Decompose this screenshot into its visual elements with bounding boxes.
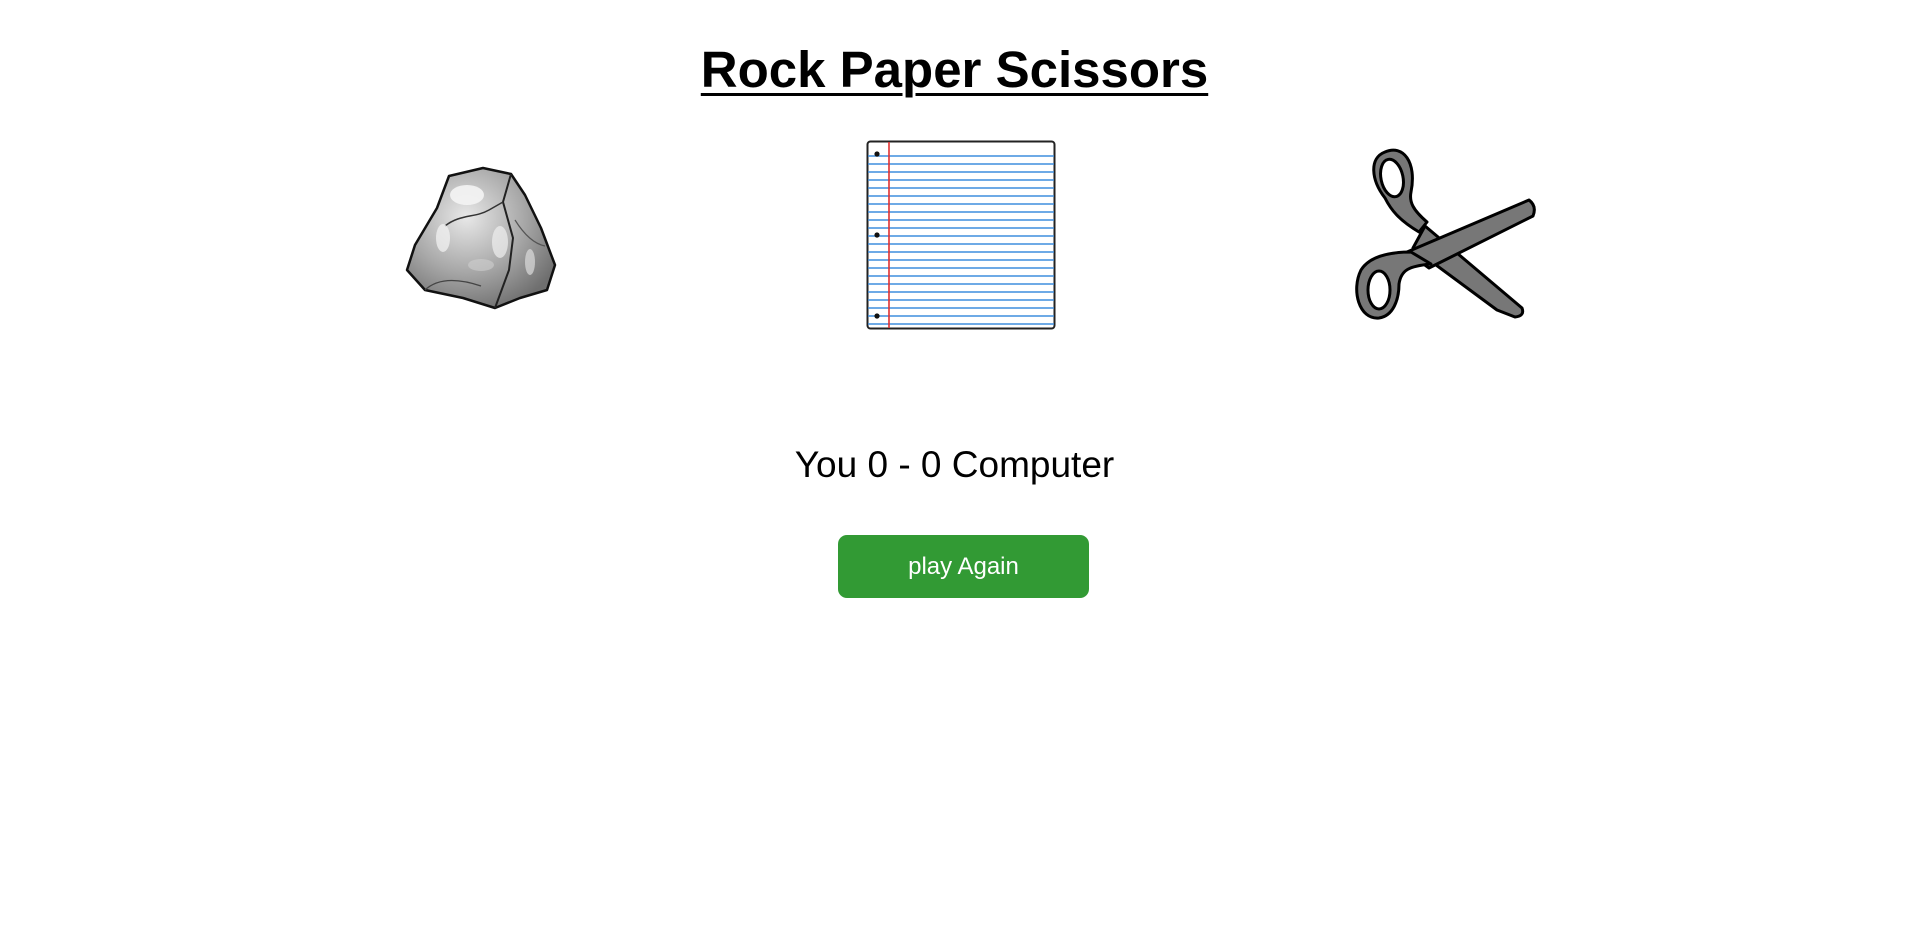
paper-icon <box>866 140 1056 330</box>
paper-choice[interactable] <box>866 140 1056 330</box>
scissors-choice[interactable] <box>1347 140 1537 330</box>
rock-icon <box>405 166 557 310</box>
page-title: Rock Paper Scissors <box>700 41 1209 98</box>
game-page: Rock Paper Scissors You 0 - 0 Computer p… <box>0 0 1909 929</box>
score-display: You 0 - 0 Computer <box>794 444 1115 485</box>
play-again-button[interactable]: play Again <box>838 535 1089 598</box>
rock-choice[interactable] <box>385 140 575 330</box>
scissors-icon <box>1355 148 1536 320</box>
